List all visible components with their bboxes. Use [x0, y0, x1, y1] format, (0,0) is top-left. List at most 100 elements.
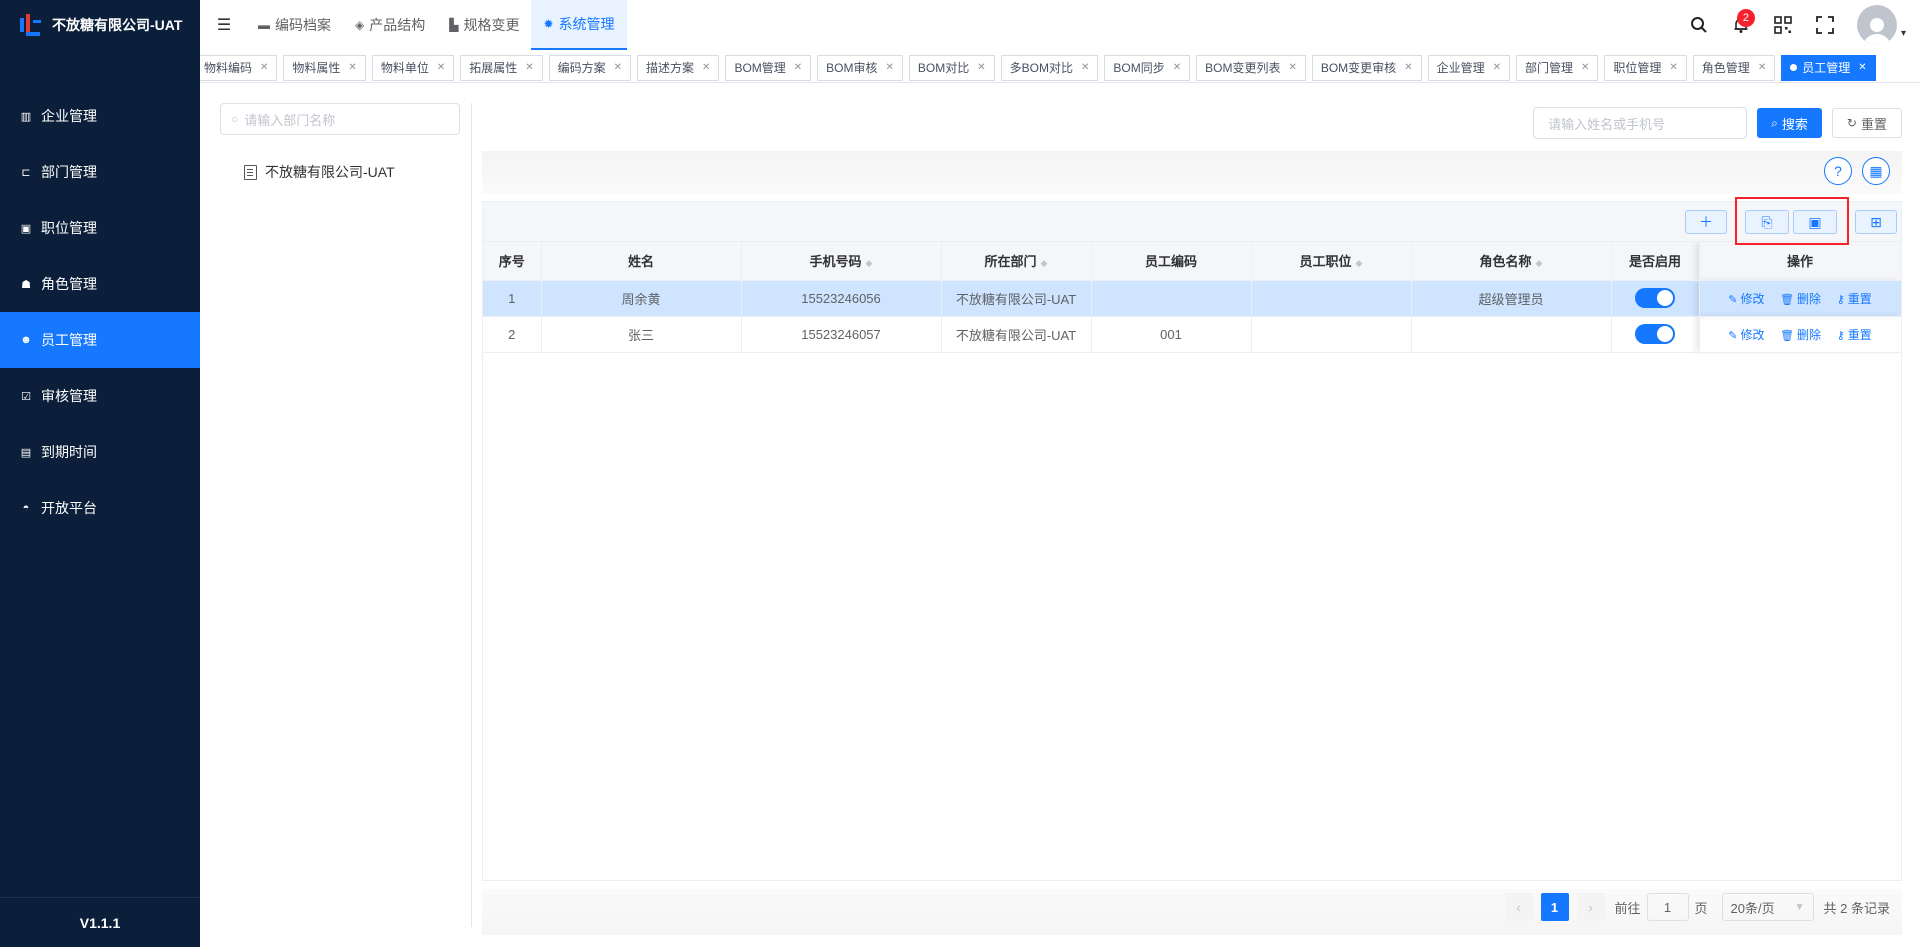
reset-button[interactable]: ↻ 重置 [1831, 108, 1902, 138]
delete-button[interactable]: 🗑 删除 [1780, 328, 1821, 342]
layers-icon: ◈ [355, 18, 365, 32]
tag-bom-audit[interactable]: BOM审核 ✕ [817, 54, 903, 81]
edit-button[interactable]: ✎ 修改 [1728, 292, 1764, 306]
tag-material-code[interactable]: 物料编码 ✕ [200, 54, 278, 81]
tag-enterprise[interactable]: 企业管理 ✕ [1427, 54, 1510, 81]
qrcode-icon[interactable] [1765, 7, 1801, 43]
close-icon[interactable]: ✕ [348, 62, 356, 73]
tag-bom-manage[interactable]: BOM管理 ✕ [725, 54, 812, 81]
close-icon[interactable]: ✕ [437, 62, 445, 73]
chevron-down-icon[interactable]: ▾ [1901, 28, 1906, 39]
tag-description-scheme[interactable]: 描述方案 ✕ [637, 54, 720, 81]
keyword-search-input[interactable]: 请输入姓名或手机号 [1533, 107, 1748, 139]
tab-system-management[interactable]: ✹ 系统管理 [531, 0, 627, 50]
cell-name: 周余黄 [541, 280, 742, 317]
tag-coding-scheme[interactable]: 编码方案 ✕ [548, 54, 632, 81]
sidebar-item-label: 部门管理 [41, 164, 97, 180]
col-dept[interactable]: 所在部门 ◆ [941, 242, 1092, 281]
delete-button[interactable]: 🗑 删除 [1780, 292, 1821, 306]
col-code: 员工编码 [1091, 242, 1252, 281]
enabled-toggle[interactable] [1635, 288, 1675, 308]
close-icon[interactable]: ✕ [1288, 62, 1296, 73]
help-icon[interactable]: ? [1824, 157, 1852, 185]
sidebar-item-position[interactable]: ▣ 职位管理 [0, 200, 200, 256]
goto-suffix: 页 [1694, 900, 1708, 916]
enabled-toggle[interactable] [1635, 324, 1675, 344]
table-row[interactable]: 2 张三 15523246057 不放糖有限公司-UAT 001 ✎ 修改 🗑 删除… [483, 316, 1902, 353]
grid-view-button[interactable]: ⊞ [1855, 210, 1897, 234]
close-icon[interactable]: ✕ [525, 62, 533, 73]
tag-extended-attr[interactable]: 拓展属性 ✕ [460, 54, 543, 81]
fullscreen-icon[interactable] [1807, 7, 1843, 43]
close-icon[interactable]: ✕ [702, 62, 710, 73]
checkbox-icon: ☑ [21, 390, 31, 403]
close-icon[interactable]: ✕ [886, 62, 894, 73]
next-page-icon[interactable]: › [1576, 893, 1605, 921]
search-icon[interactable] [1681, 7, 1717, 43]
sidebar-item-expiry[interactable]: ▤ 到期时间 [0, 424, 200, 480]
col-position[interactable]: 员工职位 ◆ [1251, 242, 1412, 281]
sidebar-item-department[interactable]: ⊏ 部门管理 [0, 144, 200, 200]
tag-employee[interactable]: 员工管理 ✕ [1781, 54, 1876, 81]
sort-icon[interactable]: ◆ [1536, 258, 1543, 268]
reset-password-button[interactable]: ⚷ 重置 [1837, 328, 1872, 342]
sidebar-menu: ▥ 企业管理 ⊏ 部门管理 ▣ 职位管理 ☗ 角色管理 ☻ 员工管理 ☑ 审核管… [0, 88, 200, 536]
col-phone[interactable]: 手机号码 ◆ [741, 242, 942, 281]
tag-bom-change-audit[interactable]: BOM变更审核 ✕ [1311, 54, 1422, 81]
column-settings-icon[interactable]: ▦ [1862, 157, 1890, 185]
sidebar-item-label: 职位管理 [41, 220, 97, 236]
close-icon[interactable]: ✕ [1081, 62, 1089, 73]
close-icon[interactable]: ✕ [1858, 62, 1866, 73]
search-button[interactable]: ⌕ 搜索 [1757, 108, 1822, 138]
edit-button[interactable]: ✎ 修改 [1728, 328, 1764, 342]
close-icon[interactable]: ✕ [614, 62, 622, 73]
close-icon[interactable]: ✕ [1404, 62, 1412, 73]
tag-bom-sync[interactable]: BOM同步 ✕ [1104, 54, 1191, 81]
sort-icon[interactable]: ◆ [1356, 258, 1363, 268]
page-number[interactable]: 1 [1540, 893, 1569, 921]
tag-role[interactable]: 角色管理 ✕ [1692, 54, 1776, 81]
cell-code: 001 [1091, 316, 1252, 353]
app-version: V1.1.1 [0, 897, 200, 947]
sidebar-item-enterprise[interactable]: ▥ 企业管理 [0, 88, 200, 144]
close-icon[interactable]: ✕ [794, 62, 802, 73]
sidebar-item-role[interactable]: ☗ 角色管理 [0, 256, 200, 312]
add-button[interactable]: ＋ [1685, 210, 1727, 234]
dept-tree-node[interactable]: 不放糖有限公司-UAT [244, 162, 471, 182]
tab-product-structure[interactable]: ◈ 产品结构 [343, 0, 437, 50]
col-role[interactable]: 角色名称 ◆ [1411, 242, 1612, 281]
tag-bom-change-list[interactable]: BOM变更列表 ✕ [1196, 54, 1306, 81]
tab-spec-change[interactable]: ▙ 规格变更 [437, 0, 531, 50]
table-row[interactable]: 1 周余黄 15523246056 不放糖有限公司-UAT 超级管理员 ✎ 修改 … [483, 280, 1902, 317]
sort-icon[interactable]: ◆ [1041, 258, 1048, 268]
search-icon: ○ [231, 112, 239, 126]
sidebar-item-open-platform[interactable]: ◓ 开放平台 [0, 480, 200, 536]
close-icon[interactable]: ✕ [1669, 62, 1677, 73]
sidebar-item-audit[interactable]: ☑ 审核管理 [0, 368, 200, 424]
dept-search-input[interactable]: ○ 请输入部门名称 [220, 103, 460, 135]
close-icon[interactable]: ✕ [1581, 62, 1589, 73]
chevron-down-icon: ▼ [1794, 901, 1805, 913]
tag-bom-compare[interactable]: BOM对比 ✕ [908, 54, 995, 81]
tag-material-attr[interactable]: 物料属性 ✕ [283, 54, 366, 81]
close-icon[interactable]: ✕ [260, 62, 268, 73]
tag-department[interactable]: 部门管理 ✕ [1515, 54, 1599, 81]
close-icon[interactable]: ✕ [1173, 62, 1181, 73]
menu-collapse-icon[interactable]: ☰ [202, 0, 246, 50]
goto-page-input[interactable]: 1 [1646, 893, 1689, 921]
close-icon[interactable]: ✕ [977, 62, 985, 73]
cell-enabled [1611, 280, 1700, 317]
bell-icon[interactable]: 2 [1723, 7, 1759, 43]
sidebar-item-employee[interactable]: ☻ 员工管理 [0, 312, 200, 368]
avatar[interactable] [1856, 5, 1897, 45]
close-icon[interactable]: ✕ [1493, 62, 1501, 73]
close-icon[interactable]: ✕ [1758, 62, 1766, 73]
page-size-select[interactable]: 20条/页 ▼ [1721, 893, 1814, 921]
reset-password-button[interactable]: ⚷ 重置 [1837, 292, 1872, 306]
tag-multi-bom-compare[interactable]: 多BOM对比 ✕ [1000, 54, 1099, 81]
sort-icon[interactable]: ◆ [866, 258, 873, 268]
prev-page-icon[interactable]: ‹ [1504, 893, 1533, 921]
tag-position[interactable]: 职位管理 ✕ [1604, 54, 1687, 81]
tag-material-unit[interactable]: 物料单位 ✕ [371, 54, 455, 81]
tab-code-archive[interactable]: ▬ 编码档案 [246, 0, 343, 50]
